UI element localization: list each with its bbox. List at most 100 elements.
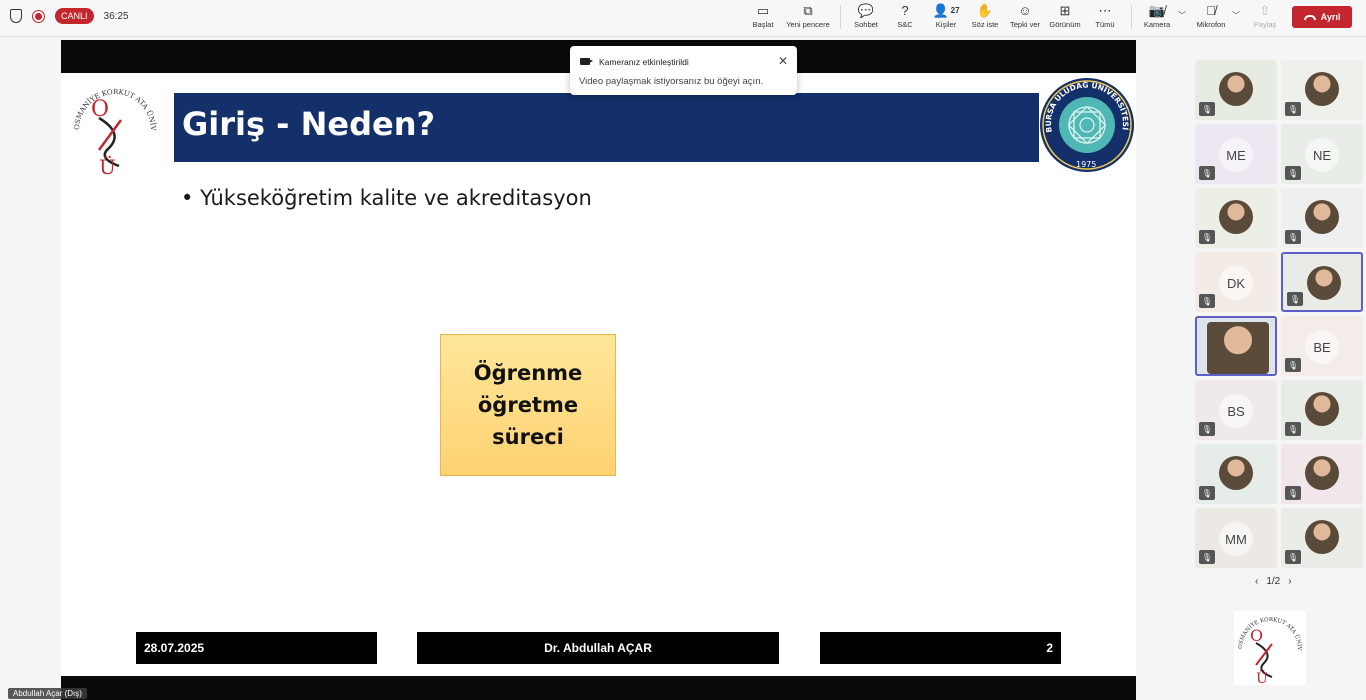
mic-button[interactable]: 🎙̸ Mikrofon: [1194, 2, 1228, 34]
participant-initials: MM: [1219, 522, 1253, 556]
mic-muted-icon: 🎙: [1285, 358, 1301, 372]
participant-avatar: [1219, 72, 1253, 106]
mic-muted-icon: 🎙: [1199, 230, 1215, 244]
participant-tile[interactable]: MM 🎙: [1195, 508, 1277, 568]
slide-title: Giriş - Neden?: [182, 105, 436, 143]
grid-view-icon: ⊞: [1059, 3, 1071, 18]
chat-button[interactable]: 💬 Sohbet: [851, 2, 881, 34]
page-indicator: 1/2: [1266, 576, 1281, 587]
osmaniye-logo-text: OSMANİYE KORKUT ATA ÜNİVERSİTESİ: [69, 78, 158, 132]
record-icon[interactable]: [32, 9, 45, 23]
participant-tile[interactable]: 🎙: [1281, 60, 1363, 120]
osmaniye-side-logo: OSMANİYE KORKUT ATA ÜNİVERSİTESİ O Ü: [1234, 611, 1306, 685]
mic-muted-icon: 🎙: [1199, 294, 1215, 308]
participant-tile[interactable]: ME 🎙: [1195, 124, 1277, 184]
participant-tile[interactable]: BS 🎙: [1195, 380, 1277, 440]
slide-footer-date: 28.07.2025: [136, 632, 377, 664]
toast-message: Video paylaşmak istiyorsanız bu öğeyi aç…: [579, 76, 764, 87]
participant-tile[interactable]: 🎙: [1195, 444, 1277, 504]
mic-muted-icon: 🎙: [1285, 166, 1301, 180]
slide-concept-text: Öğrenme öğretme süreci: [473, 361, 583, 449]
mic-muted-icon: 🎙: [1199, 166, 1215, 180]
participant-tile[interactable]: [1195, 316, 1277, 376]
camera-toast[interactable]: Kameranız etkinleştirildi Video paylaşma…: [570, 46, 797, 95]
participant-tile[interactable]: NE 🎙: [1281, 124, 1363, 184]
people-icon: 👤 27: [932, 3, 960, 18]
camera-off-icon: 📷̸: [1148, 3, 1166, 18]
react-button[interactable]: ☺ Tepki ver: [1008, 2, 1042, 34]
chat-icon: 💬: [857, 3, 875, 18]
mic-muted-icon: 🎙: [1285, 550, 1301, 564]
participant-video: [1207, 322, 1269, 374]
hand-icon: ✋: [976, 3, 994, 18]
shared-screen: OSMANİYE KORKUT ATA ÜNİVERSİTESİ O Ü Gir…: [61, 40, 1136, 700]
camera-options-chevron-icon[interactable]: ﹀: [1178, 10, 1186, 21]
leave-button[interactable]: Ayrıl: [1292, 6, 1352, 28]
camera-button[interactable]: 📷̸ Kamera: [1141, 2, 1173, 34]
people-count: 27: [950, 6, 960, 15]
share-button[interactable]: ⇧ Paylaş: [1252, 2, 1278, 34]
participant-avatar: [1305, 200, 1339, 234]
mic-muted-icon: 🎙: [1285, 422, 1301, 436]
slide-concept-box: Öğrenme öğretme süreci: [440, 334, 616, 476]
participant-tile[interactable]: 🎙: [1281, 252, 1363, 312]
svg-text:Ü: Ü: [1256, 669, 1268, 685]
people-label: Kişiler: [935, 20, 957, 29]
participant-avatar: [1305, 520, 1339, 554]
osmaniye-logo: OSMANİYE KORKUT ATA ÜNİVERSİTESİ O Ü: [69, 78, 158, 178]
participant-tile[interactable]: 🎙: [1195, 188, 1277, 248]
mic-muted-icon: 🎙: [1199, 422, 1215, 436]
participant-avatar: [1305, 392, 1339, 426]
more-button[interactable]: ⋯ Tümü: [1092, 2, 1118, 34]
leave-label: Ayrıl: [1320, 12, 1341, 22]
participant-avatar: [1219, 200, 1253, 234]
participant-tile[interactable]: BE 🎙: [1281, 316, 1363, 376]
presenter-name-tag: Abdullah Açar (Dış): [8, 688, 87, 699]
raise-hand-button[interactable]: ✋ Söz iste: [970, 2, 1000, 34]
participant-avatar: [1305, 72, 1339, 106]
participant-avatar: [1219, 456, 1253, 490]
view-button[interactable]: ⊞ Görünüm: [1047, 2, 1083, 34]
mic-muted-icon: 🎙: [1199, 486, 1215, 500]
more-label: Tümü: [1095, 20, 1115, 29]
mic-muted-icon: 🎙: [1199, 550, 1215, 564]
slide-footer-page: 2: [820, 632, 1061, 664]
new-window-button[interactable]: ⧉ Yeni pencere: [785, 2, 831, 34]
popout-icon: ⧉: [803, 3, 813, 18]
qa-icon: ?: [901, 3, 909, 18]
uludag-logo-year: 1975: [1076, 160, 1096, 169]
people-button[interactable]: 👤 27 Kişiler: [931, 2, 961, 34]
svg-text:O: O: [1250, 626, 1263, 645]
mic-muted-icon: 🎙: [1285, 230, 1301, 244]
participant-avatar: [1305, 456, 1339, 490]
raise-hand-label: Söz iste: [971, 20, 999, 29]
chat-label: Sohbet: [854, 20, 878, 29]
prev-page-icon[interactable]: ‹: [1255, 576, 1258, 587]
slide-bullet: • Yükseköğretim kalite ve akreditasyon: [181, 186, 592, 210]
start-label: Başlat: [752, 20, 774, 29]
mic-options-chevron-icon[interactable]: ﹀: [1232, 10, 1240, 21]
qa-label: S&C: [897, 20, 913, 29]
mic-muted-icon: 🎙: [1285, 102, 1301, 116]
slide-title-band: Giriş - Neden?: [174, 93, 1039, 162]
start-button[interactable]: ▭ Başlat: [749, 2, 777, 34]
participant-tile[interactable]: 🎙: [1281, 444, 1363, 504]
stage-letterbox-bottom: [61, 676, 1136, 700]
participant-tile[interactable]: 🎙: [1281, 380, 1363, 440]
close-icon[interactable]: ✕: [778, 54, 788, 68]
participant-tile[interactable]: 🎙: [1281, 508, 1363, 568]
share-label: Paylaş: [1253, 20, 1277, 29]
participant-tile[interactable]: DK 🎙: [1195, 252, 1277, 312]
live-badge: CANLI: [55, 8, 94, 24]
participant-tile[interactable]: 🎙: [1281, 188, 1363, 248]
shield-icon[interactable]: [10, 9, 22, 23]
next-page-icon[interactable]: ›: [1288, 576, 1291, 587]
participant-tile[interactable]: 🎙: [1195, 60, 1277, 120]
view-label: Görünüm: [1049, 20, 1081, 29]
participant-initials: DK: [1219, 266, 1253, 300]
toast-title: Kameranız etkinleştirildi: [599, 57, 689, 67]
participant-pager: ‹ 1/2 ›: [1255, 576, 1292, 587]
uludag-logo: BURSA ULUDAĞ ÜNİVERSİTESİ 1975: [1040, 78, 1134, 172]
qa-button[interactable]: ? S&C: [893, 2, 917, 34]
video-camera-icon: [580, 58, 593, 65]
